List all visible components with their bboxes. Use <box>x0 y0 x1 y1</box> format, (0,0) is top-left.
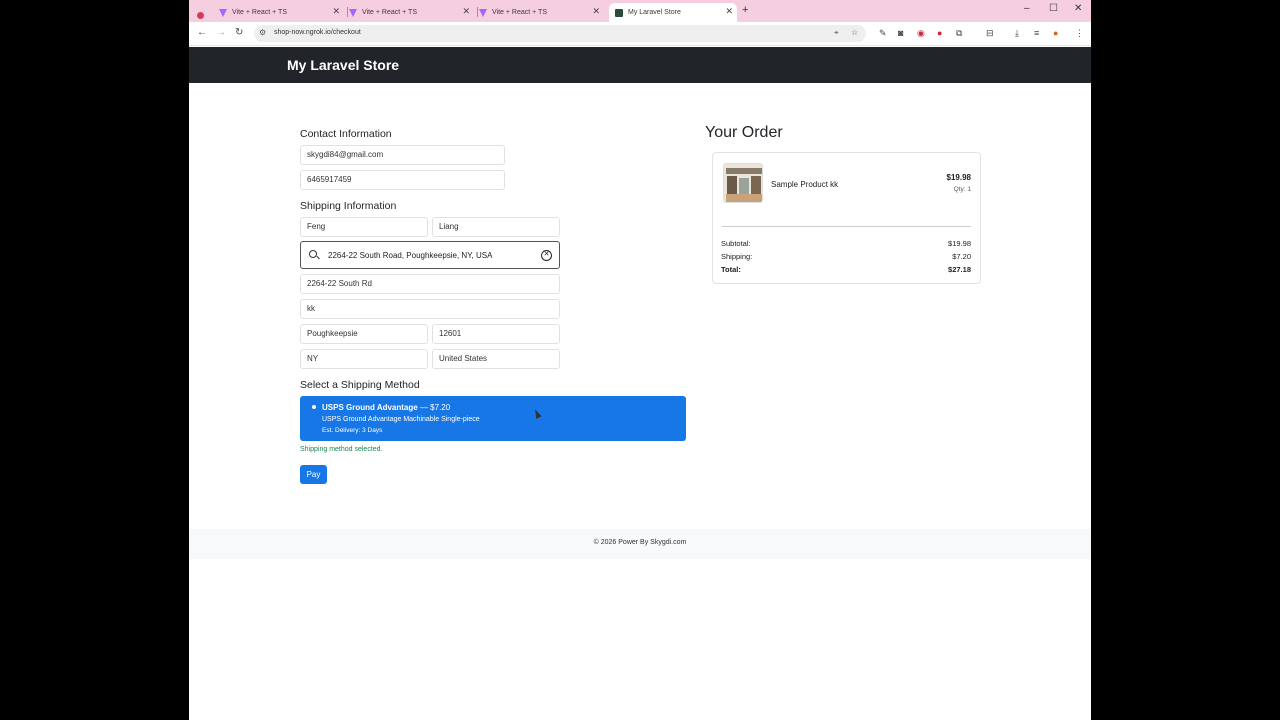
tab-vite-1[interactable]: Vite + React + TS ✕ <box>219 3 344 22</box>
new-tab-icon[interactable]: + <box>742 4 748 16</box>
contact-heading: Contact Information <box>300 128 392 140</box>
split-view-icon[interactable]: ⊟ <box>986 28 994 39</box>
shipping-value: $7.20 <box>952 252 971 261</box>
clear-icon[interactable]: ✕ <box>541 250 552 261</box>
shipping-option-price: — $7.20 <box>417 403 451 412</box>
close-icon[interactable]: ✕ <box>462 6 470 17</box>
pay-button[interactable]: Pay <box>300 465 327 484</box>
total-label: Total: <box>721 265 741 274</box>
menu-kebab-icon[interactable]: ⋮ <box>1075 28 1084 39</box>
address1-field[interactable]: 2264-22 South Rd <box>300 274 560 294</box>
total-value: $27.18 <box>948 265 971 274</box>
reading-list-icon[interactable]: ≡ <box>1034 28 1039 38</box>
footer-text: © 2026 Power By Skygdi.com <box>593 539 687 546</box>
tab-label: Vite + React + TS <box>362 9 417 16</box>
subtotal-label: Subtotal: <box>721 239 751 248</box>
reload-icon[interactable]: ↻ <box>235 27 243 38</box>
shipping-option-name: USPS Ground Advantage <box>322 403 418 412</box>
record-extension-icon[interactable]: ◉ <box>917 28 925 39</box>
zip-field[interactable]: 12601 <box>432 324 560 344</box>
vite-icon <box>349 8 357 17</box>
pen-icon[interactable]: ✎ <box>879 28 887 39</box>
shipping-option-title: USPS Ground Advantage — $7.20 <box>322 403 450 412</box>
site-info-icon[interactable]: ⚙ <box>259 28 266 37</box>
maximize-icon[interactable]: ☐ <box>1049 3 1058 14</box>
shipping-method-heading: Select a Shipping Method <box>300 379 420 391</box>
phone-field[interactable]: 6465917459 <box>300 170 505 190</box>
back-icon[interactable]: ← <box>197 27 207 38</box>
tab-label: Vite + React + TS <box>492 9 547 16</box>
subtotal-value: $19.98 <box>948 239 971 248</box>
location-icon[interactable]: ⌖ <box>834 28 839 38</box>
site-favicon-icon <box>615 8 623 17</box>
camera-icon[interactable]: ◙ <box>898 28 903 38</box>
site-navbar: My Laravel Store <box>189 47 1091 83</box>
last-name-field[interactable]: Liang <box>432 217 560 237</box>
address-bar[interactable]: ⚙ shop-now.ngrok.io/checkout ⌖ ☆ <box>254 25 866 42</box>
tab-separator <box>347 7 348 17</box>
tab-strip: Vite + React + TS ✕ Vite + React + TS ✕ … <box>189 0 1091 22</box>
product-thumbnail <box>723 163 763 203</box>
shipping-status-text: Shipping method selected. <box>300 446 383 453</box>
country-field[interactable]: United States <box>432 349 560 369</box>
order-summary-card: Sample Product kk $19.98 Qty: 1 Subtotal… <box>712 152 981 284</box>
address2-field[interactable]: kk <box>300 299 560 319</box>
shipping-option-description: USPS Ground Advantage Machinable Single-… <box>322 416 480 423</box>
red-dot-icon[interactable]: ● <box>937 28 942 38</box>
search-icon <box>309 250 317 258</box>
shipping-label: Shipping: <box>721 252 753 261</box>
url-text: shop-now.ngrok.io/checkout <box>274 29 361 36</box>
close-icon[interactable]: ✕ <box>725 6 733 17</box>
browser-toolbar: ← → ↻ ⚙ shop-now.ngrok.io/checkout ⌖ ☆ ✎… <box>189 22 1091 46</box>
product-quantity: Qty: 1 <box>953 186 971 193</box>
extensions-icon[interactable]: ⧉ <box>956 28 962 39</box>
email-field[interactable]: skygdi84@gmail.com <box>300 145 505 165</box>
vite-icon <box>219 8 227 17</box>
first-name-field[interactable]: Feng <box>300 217 428 237</box>
shipping-option-usps-ground[interactable]: USPS Ground Advantage — $7.20 USPS Groun… <box>300 396 686 441</box>
vite-icon <box>479 8 487 17</box>
shipping-option-delivery: Est. Delivery: 3 Days <box>322 427 383 434</box>
bullet-icon <box>312 405 316 409</box>
forward-icon[interactable]: → <box>216 27 226 38</box>
site-footer: © 2026 Power By Skygdi.com <box>189 529 1091 559</box>
address-search-input[interactable]: 2264-22 South Road, Poughkeepsie, NY, US… <box>300 241 560 269</box>
download-icon[interactable]: ⤓ <box>1015 28 1019 39</box>
profile-avatar-icon[interactable]: ● <box>1053 28 1058 38</box>
close-icon[interactable]: ✕ <box>332 6 340 17</box>
order-divider <box>722 226 971 227</box>
tab-label: Vite + React + TS <box>232 9 287 16</box>
tab-vite-2[interactable]: Vite + React + TS ✕ <box>349 3 474 22</box>
tab-label: My Laravel Store <box>628 9 681 16</box>
shipping-heading: Shipping Information <box>300 200 397 212</box>
product-price: $19.98 <box>946 173 971 182</box>
window-close-icon[interactable]: ✕ <box>1074 3 1082 14</box>
order-heading: Your Order <box>705 124 783 141</box>
navbar-brand[interactable]: My Laravel Store <box>287 57 399 73</box>
tab-laravel-store[interactable]: My Laravel Store ✕ <box>609 3 737 22</box>
product-name: Sample Product kk <box>771 180 839 189</box>
bookmark-star-icon[interactable]: ☆ <box>851 28 858 37</box>
address-search-value: 2264-22 South Road, Poughkeepsie, NY, US… <box>328 251 493 260</box>
browser-window: Vite + React + TS ✕ Vite + React + TS ✕ … <box>189 0 1091 720</box>
tab-separator <box>477 7 478 17</box>
state-field[interactable]: NY <box>300 349 428 369</box>
tab-vite-3[interactable]: Vite + React + TS ✕ <box>479 3 604 22</box>
city-field[interactable]: Poughkeepsie <box>300 324 428 344</box>
close-icon[interactable]: ✕ <box>592 6 600 17</box>
minimize-icon[interactable]: – <box>1024 3 1030 14</box>
